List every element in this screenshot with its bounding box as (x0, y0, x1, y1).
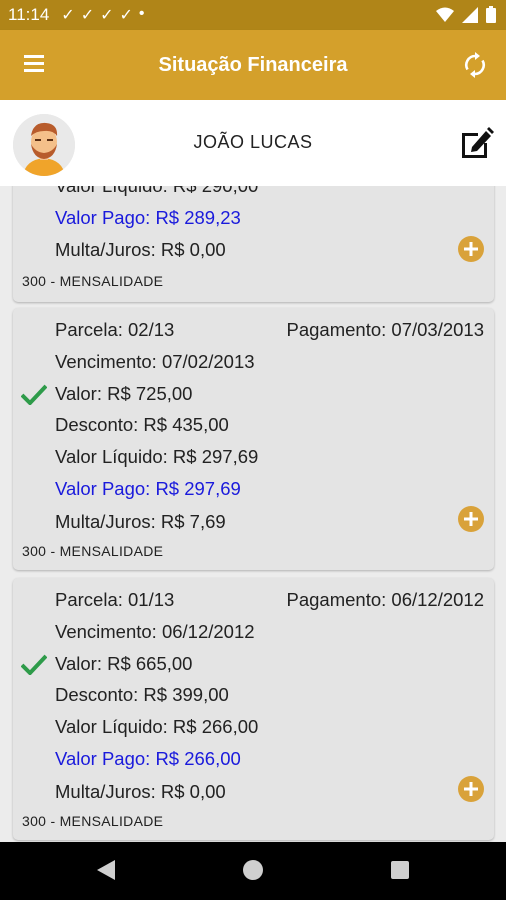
multa-juros: Multa/Juros: R$ 0,00 (55, 781, 226, 802)
multa-juros: Multa/Juros: R$ 7,69 (55, 511, 226, 532)
add-circle-icon[interactable] (458, 506, 484, 532)
desconto: Desconto: R$ 399,00 (55, 684, 229, 705)
status-icons (436, 6, 496, 23)
vencimento: Vencimento: 06/12/2012 (55, 621, 255, 642)
valor: Valor: R$ 725,00 (55, 383, 193, 404)
check-notification-icon: ✓ (80, 7, 95, 24)
dot-icon: • (138, 5, 145, 22)
payment-card: Parcela: 01/13 Pagamento: 06/12/2012 Ven… (13, 578, 494, 840)
payments-list[interactable]: Valor Líquido: R$ 290,00 Valor Pago: R$ … (0, 186, 506, 842)
check-notification-icon: ✓ (100, 7, 114, 24)
check-notification-icon: ✓ (61, 7, 75, 24)
desconto: Desconto: R$ 435,00 (55, 414, 229, 435)
page-title: Situação Financeira (158, 54, 348, 76)
profile-header: JOÃO LUCAS (0, 100, 506, 186)
valor-pago: Valor Pago: R$ 289,23 (55, 207, 241, 228)
status-bar: 11:14 ✓ ✓ ✓ ✓ • (0, 0, 506, 30)
parcela: Parcela: 01/13 (55, 589, 175, 610)
battery-icon (486, 6, 496, 23)
valor-pago: Valor Pago: R$ 297,69 (55, 478, 241, 499)
status-time: 11:14 (8, 5, 50, 24)
add-circle-icon[interactable] (458, 776, 484, 802)
check-icon (21, 654, 47, 675)
notification-icons: ✓ ✓ ✓ ✓ • (61, 5, 144, 25)
navigation-bar (0, 842, 506, 900)
back-icon[interactable] (95, 859, 117, 881)
user-name: JOÃO LUCAS (193, 132, 313, 152)
payment-card: Valor Líquido: R$ 290,00 Valor Pago: R$ … (13, 186, 494, 302)
payment-card: Parcela: 02/13 Pagamento: 07/03/2013 Ven… (13, 308, 494, 570)
parcela: Parcela: 02/13 (55, 319, 175, 340)
valor: Valor: R$ 665,00 (55, 653, 193, 674)
pagamento-date: Pagamento: 07/03/2013 (286, 319, 485, 340)
home-icon[interactable] (242, 859, 264, 881)
pagamento-date: Pagamento: 06/12/2012 (286, 589, 485, 610)
recents-icon[interactable] (389, 859, 411, 881)
app-bar: Situação Financeira (0, 30, 506, 100)
valor-pago: Valor Pago: R$ 266,00 (55, 748, 241, 769)
edit-icon[interactable] (458, 125, 494, 161)
check-notification-icon: ✓ (119, 7, 133, 24)
check-icon (21, 384, 47, 405)
payment-description: 300 - MENSALIDADE (22, 813, 164, 829)
valor-liquido: Valor Líquido: R$ 290,00 (55, 186, 258, 197)
signal-icon (462, 6, 478, 23)
valor-liquido: Valor Líquido: R$ 266,00 (55, 716, 259, 737)
multa-juros: Multa/Juros: R$ 0,00 (55, 239, 226, 260)
valor-liquido: Valor Líquido: R$ 297,69 (55, 446, 259, 467)
wifi-icon (436, 7, 454, 22)
sync-icon[interactable] (462, 52, 488, 78)
add-circle-icon[interactable] (458, 236, 484, 262)
payment-description: 300 - MENSALIDADE (22, 543, 164, 559)
payment-description: 300 - MENSALIDADE (22, 273, 164, 289)
vencimento: Vencimento: 07/02/2013 (55, 351, 255, 372)
